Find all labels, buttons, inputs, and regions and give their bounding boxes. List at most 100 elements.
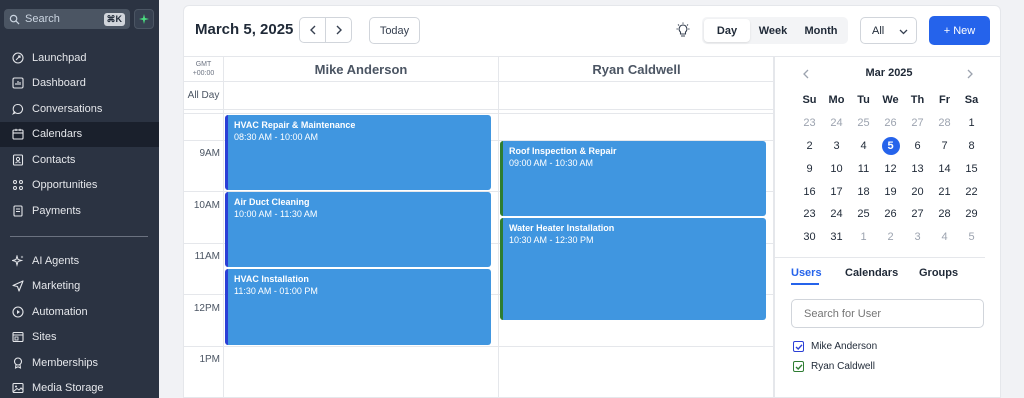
calendar-day[interactable]: 3 <box>823 135 850 158</box>
view-month-button[interactable]: Month <box>796 19 846 42</box>
calendar-day[interactable]: 9 <box>796 157 823 180</box>
calendar-day[interactable]: 3 <box>904 226 931 249</box>
calendar-day[interactable]: 16 <box>796 180 823 203</box>
calendar-day[interactable]: 23 <box>796 203 823 226</box>
calendar-day[interactable]: 1 <box>958 112 985 135</box>
tab-calendars[interactable]: Calendars <box>845 267 898 279</box>
sidebar-item-conversations[interactable]: Conversations <box>0 96 159 122</box>
calendar-day[interactable]: 24 <box>823 112 850 135</box>
calendar-day[interactable]: 15 <box>958 157 985 180</box>
calendar-day[interactable]: 20 <box>904 180 931 203</box>
sidebar-item-calendars[interactable]: Calendars <box>0 121 159 147</box>
calendar-day[interactable]: 8 <box>958 135 985 158</box>
event-hvac-repair[interactable]: HVAC Repair & Maintenance 08:30 AM - 10:… <box>225 115 491 190</box>
sidebar-item-label: Contacts <box>32 153 76 166</box>
mini-calendar-header: Mar 2025 <box>775 67 1000 83</box>
calendar-day[interactable]: 1 <box>850 226 877 249</box>
calendar-day[interactable]: 2 <box>796 135 823 158</box>
user-row-ryan-caldwell[interactable]: Ryan Caldwell <box>793 361 875 372</box>
calendar-day[interactable]: 5 <box>958 226 985 249</box>
sidebar-item-label: Automation <box>32 305 88 318</box>
search-shortcut: ⌘K <box>103 12 125 26</box>
calendar-day[interactable]: 2 <box>877 226 904 249</box>
calendar-day[interactable]: 30 <box>796 226 823 249</box>
calendar-day[interactable]: 25 <box>850 203 877 226</box>
weekday-label: Su <box>802 94 817 107</box>
sidebar-item-launchpad[interactable]: Launchpad <box>0 45 159 71</box>
calendar-day[interactable]: 14 <box>931 157 958 180</box>
tab-users[interactable]: Users <box>791 267 822 279</box>
sidebar-item-label: Conversations <box>32 102 103 115</box>
user-row-mike-anderson[interactable]: Mike Anderson <box>793 341 877 352</box>
event-time: 09:00 AM - 10:30 AM <box>509 158 594 168</box>
calendar-day[interactable]: 18 <box>850 180 877 203</box>
ai-assistant-button[interactable] <box>134 9 154 29</box>
event-roof-inspection[interactable]: Roof Inspection & Repair 09:00 AM - 10:3… <box>500 141 766 216</box>
calendar-day[interactable]: 4 <box>931 226 958 249</box>
sidebar-item-sites[interactable]: Sites <box>0 325 159 351</box>
side-panel: Mar 2025 Su Mo Tu We Th Fr Sa 23 24 25 2… <box>774 56 1000 397</box>
new-button[interactable]: + New <box>929 16 990 45</box>
event-title: HVAC Repair & Maintenance <box>234 120 356 130</box>
global-search[interactable]: Search ⌘K <box>4 9 130 29</box>
calendar-day[interactable]: 13 <box>904 157 931 180</box>
checkbox-checked[interactable] <box>793 361 804 372</box>
active-tab-indicator <box>791 283 819 285</box>
checkbox-checked[interactable] <box>793 341 804 352</box>
sidebar-item-label: Sites <box>32 331 57 344</box>
sparkles-icon <box>12 254 24 267</box>
calendar-day[interactable]: 29 <box>958 203 985 226</box>
lightbulb-icon[interactable] <box>675 22 691 38</box>
sidebar-item-label: Launchpad <box>32 51 87 64</box>
calendar-day[interactable]: 26 <box>877 112 904 135</box>
calendar-day[interactable]: 22 <box>958 180 985 203</box>
calendar-day[interactable]: 23 <box>796 112 823 135</box>
view-day-button[interactable]: Day <box>704 19 750 42</box>
today-button[interactable]: Today <box>369 17 420 44</box>
sidebar-item-memberships[interactable]: Memberships <box>0 350 159 376</box>
filter-select[interactable]: All <box>860 17 917 44</box>
sidebar-divider <box>10 236 148 237</box>
sidebar-item-marketing[interactable]: Marketing <box>0 274 159 300</box>
sidebar-item-contacts[interactable]: Contacts <box>0 147 159 173</box>
sidebar-item-automation[interactable]: Automation <box>0 299 159 325</box>
calendar-day-selected[interactable]: 5 <box>877 135 904 158</box>
next-day-button[interactable] <box>326 18 351 42</box>
sidebar-item-label: Marketing <box>32 280 81 293</box>
calendar-day[interactable]: 25 <box>850 112 877 135</box>
view-week-button[interactable]: Week <box>750 19 796 42</box>
calendar-day[interactable]: 7 <box>931 135 958 158</box>
calendar-day[interactable]: 26 <box>877 203 904 226</box>
calendar-day[interactable]: 27 <box>904 203 931 226</box>
calendar-day[interactable]: 28 <box>931 203 958 226</box>
sidebar-item-media-storage[interactable]: Media Storage <box>0 376 159 398</box>
hour-label-9am: 9AM <box>199 148 220 159</box>
tab-groups[interactable]: Groups <box>919 267 958 279</box>
calendar-day[interactable]: 31 <box>823 226 850 249</box>
calendar-day[interactable]: 27 <box>904 112 931 135</box>
calendar-day[interactable]: 21 <box>931 180 958 203</box>
calendar-day[interactable]: 28 <box>931 112 958 135</box>
calendar-day[interactable]: 4 <box>850 135 877 158</box>
sidebar-item-ai-agents[interactable]: AI Agents <box>0 248 159 274</box>
sidebar-item-label: AI Agents <box>32 254 80 267</box>
event-water-heater-installation[interactable]: Water Heater Installation 10:30 AM - 12:… <box>500 218 766 320</box>
event-hvac-installation[interactable]: HVAC Installation 11:30 AM - 01:00 PM <box>225 269 491 345</box>
calendar-day[interactable]: 11 <box>850 157 877 180</box>
user-search-input[interactable] <box>791 299 984 328</box>
event-title: Air Duct Cleaning <box>234 197 310 207</box>
calendar-day[interactable]: 10 <box>823 157 850 180</box>
sidebar-item-dashboard[interactable]: Dashboard <box>0 71 159 97</box>
all-day-row[interactable]: All Day <box>184 81 774 110</box>
sidebar-item-payments[interactable]: Payments <box>0 198 159 224</box>
previous-day-button[interactable] <box>300 18 326 42</box>
check-icon <box>795 343 803 350</box>
calendar-day[interactable]: 24 <box>823 203 850 226</box>
calendar-day[interactable]: 17 <box>823 180 850 203</box>
calendar-day[interactable]: 12 <box>877 157 904 180</box>
sidebar-item-opportunities[interactable]: Opportunities <box>0 173 159 199</box>
chevron-right-icon[interactable] <box>965 69 975 79</box>
event-air-duct-cleaning[interactable]: Air Duct Cleaning 10:00 AM - 11:30 AM <box>225 192 491 267</box>
calendar-day[interactable]: 6 <box>904 135 931 158</box>
calendar-day[interactable]: 19 <box>877 180 904 203</box>
